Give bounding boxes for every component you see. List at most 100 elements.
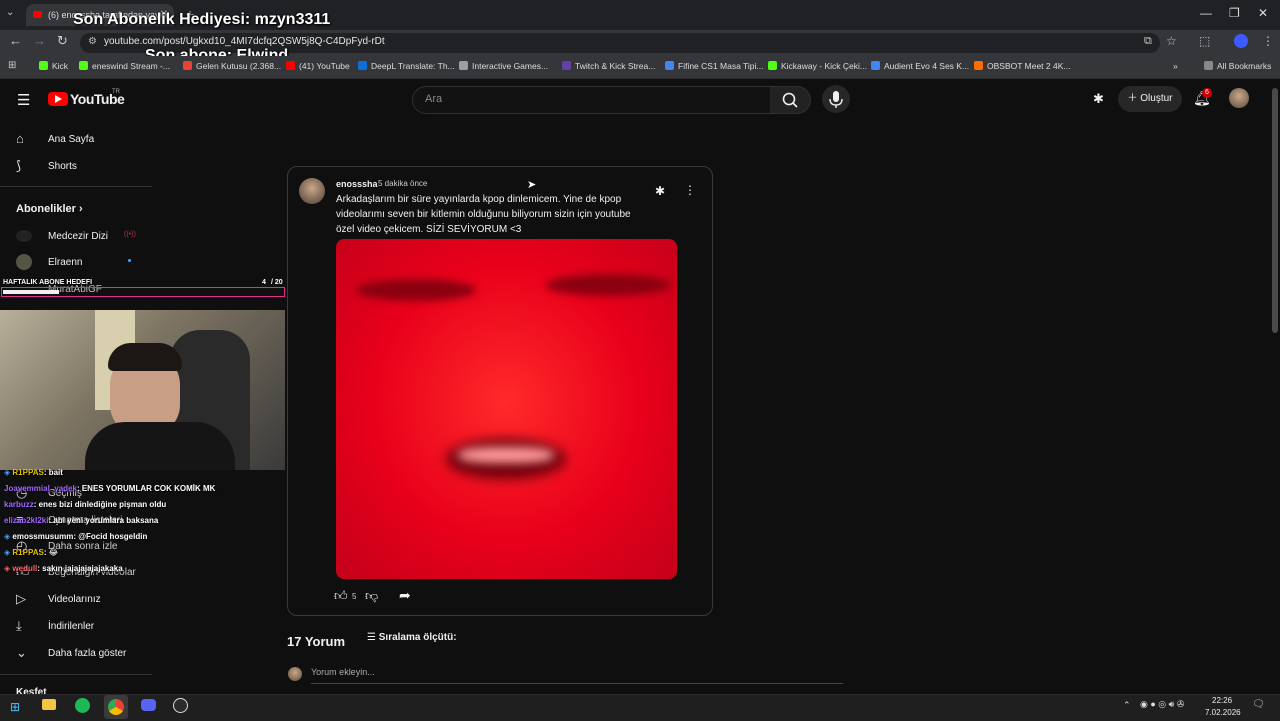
notification-center-icon[interactable]: 🗨︎ (1252, 699, 1265, 710)
bookmark-favicon-icon (665, 61, 674, 70)
bookmark-favicon-icon (871, 61, 880, 70)
file-explorer-icon[interactable] (42, 699, 56, 710)
bookmark-star-icon[interactable]: ☆ (1166, 34, 1177, 48)
thumbs-up-icon: 👍︎ (334, 588, 348, 603)
close-window-icon[interactable]: ✕ (1258, 6, 1268, 20)
bookmark-item[interactable]: Fifine CS1 Masa Tipi... (665, 61, 764, 71)
bookmark-item[interactable]: Kick (39, 61, 68, 71)
install-app-icon[interactable]: ⧉ (1144, 35, 1152, 48)
share-button[interactable]: ➦ (399, 587, 411, 604)
post-menu-icon[interactable]: ⋮ (684, 183, 696, 197)
chat-message: ◈ R1PPAS: 😂 (4, 548, 59, 557)
search-button[interactable] (770, 86, 811, 114)
image-eye-left (356, 279, 476, 301)
all-bookmarks[interactable]: All Bookmarks (1204, 61, 1271, 71)
taskbar-date[interactable]: 7.02.2026 (1205, 708, 1241, 717)
tray-icons[interactable]: ◉ ● ◎ 🔊︎ ✇ (1140, 699, 1184, 710)
voice-search-button[interactable] (822, 85, 850, 113)
bookmark-item[interactable]: OBSBOT Meet 2 4K... (974, 61, 1070, 71)
chat-message: ◈ R1PPAS: bait (4, 468, 63, 477)
forward-icon[interactable]: → (33, 33, 46, 48)
chat-badge-icon: ◈ (4, 564, 11, 573)
comment-input[interactable]: Yorum ekleyin... (311, 667, 843, 684)
sidebar-divider (0, 674, 152, 675)
youtube-logo-icon[interactable] (48, 92, 68, 106)
studio-icon[interactable]: ✱ (1093, 91, 1104, 107)
tray-overflow-icon[interactable]: ⌃ (1123, 700, 1131, 711)
sort-button[interactable]: ☰ Sıralama ölçütü: (367, 632, 457, 643)
bookmarks-overflow-icon[interactable]: » (1173, 61, 1178, 71)
spotify-icon[interactable] (75, 698, 90, 713)
bookmark-item[interactable]: (41) YouTube (286, 61, 350, 71)
hamburger-menu-icon[interactable]: ☰ (17, 91, 30, 109)
back-icon[interactable]: ← (9, 33, 22, 48)
bookmark-item[interactable]: Interactive Games... (459, 61, 548, 71)
shorts-icon: ⟆ (16, 158, 22, 173)
post-image[interactable] (336, 239, 677, 579)
discord-icon[interactable] (141, 699, 156, 711)
browser-menu-icon[interactable]: ⋮ (1262, 34, 1274, 48)
channel-avatar (16, 230, 32, 242)
post-time[interactable]: 5 dakika önce (378, 179, 427, 188)
windows-start-icon[interactable]: ⊞ (10, 700, 20, 714)
studio-edit-icon[interactable]: ✱ (655, 184, 665, 198)
site-info-icon[interactable]: ⚙ (88, 36, 97, 47)
extensions-icon[interactable]: ⬚ (1199, 34, 1210, 48)
chat-badge-icon: ◈ (4, 548, 11, 557)
bookmark-favicon-icon (79, 61, 88, 70)
chrome-taskbar-button[interactable] (104, 695, 128, 719)
bookmark-item[interactable]: Gelen Kutusu (2.368... (183, 61, 281, 71)
bookmark-item[interactable]: DeepL Translate: Th... (358, 61, 455, 71)
dislike-button[interactable]: 👎︎ (365, 588, 378, 604)
tab-search-icon[interactable]: ⌄ (6, 7, 14, 18)
chat-message: ◈ wedull: sakın jajajajajajakaka (4, 564, 123, 573)
bookmark-favicon-icon (183, 61, 192, 70)
video-icon: ▷ (16, 591, 26, 606)
minimize-icon[interactable]: — (1200, 6, 1212, 20)
bookmark-favicon-icon (974, 61, 983, 70)
reload-icon[interactable]: ↻ (57, 33, 68, 49)
webcam-hair (108, 343, 182, 371)
bookmark-item[interactable]: Twitch & Kick Strea... (562, 61, 655, 71)
apps-grid-icon[interactable]: ⊞ (8, 60, 16, 71)
search-placeholder: Ara (425, 93, 443, 105)
webcam-body (85, 422, 235, 470)
like-count: 5 (352, 592, 357, 601)
chat-message: ◈ emossmusumm: @Focid hosgeldin (4, 532, 148, 541)
sort-icon: ☰ (367, 632, 379, 643)
youtube-favicon-icon (33, 11, 42, 18)
goal-progress-fill (3, 290, 59, 294)
post-text: Arkadaşlarım bir süre yayınlarda kpop di… (336, 194, 631, 235)
home-icon: ⌂ (16, 131, 24, 146)
bookmark-item[interactable]: Kickaway - Kick Çeki... (768, 61, 867, 71)
chrome-icon (108, 699, 124, 715)
search-input[interactable]: Ara (412, 86, 772, 114)
country-code: TR (112, 89, 120, 95)
like-button[interactable]: 👍︎ (334, 588, 348, 604)
profile-avatar[interactable] (1234, 34, 1248, 48)
goal-label: HAFTALIK ABONE HEDEFI (3, 279, 93, 286)
url-text[interactable]: youtube.com/post/Ugkxd10_4MI7dcfq2QSW5j8… (104, 36, 385, 47)
search-icon (782, 92, 798, 108)
live-indicator-icon: ((•)) (124, 231, 136, 238)
bookmark-favicon-icon (562, 61, 571, 70)
subscriptions-header[interactable]: Abonelikler › (16, 203, 83, 215)
page-scrollbar[interactable] (1272, 88, 1278, 333)
create-button[interactable]: ＋ Oluştur (1118, 86, 1182, 112)
restore-icon[interactable]: ❐ (1229, 6, 1240, 20)
share-arrow-icon: ➦ (399, 587, 411, 603)
post-author[interactable]: enosssha (336, 179, 378, 189)
obs-icon[interactable] (173, 698, 188, 713)
folder-icon (1204, 61, 1213, 70)
notification-badge: 6 (1202, 88, 1212, 98)
bookmark-item[interactable]: Audient Evo 4 Ses K... (871, 61, 969, 71)
bookmark-item[interactable]: eneswind Stream -... (79, 61, 170, 71)
image-teeth (458, 447, 554, 463)
account-avatar[interactable] (1229, 88, 1249, 108)
taskbar-time[interactable]: 22:26 (1212, 696, 1232, 705)
bookmark-favicon-icon (358, 61, 367, 70)
author-avatar[interactable] (299, 178, 325, 204)
goal-count: 4 (262, 279, 266, 286)
mouse-cursor-icon: ➤ (527, 179, 537, 191)
bookmark-favicon-icon (459, 61, 468, 70)
